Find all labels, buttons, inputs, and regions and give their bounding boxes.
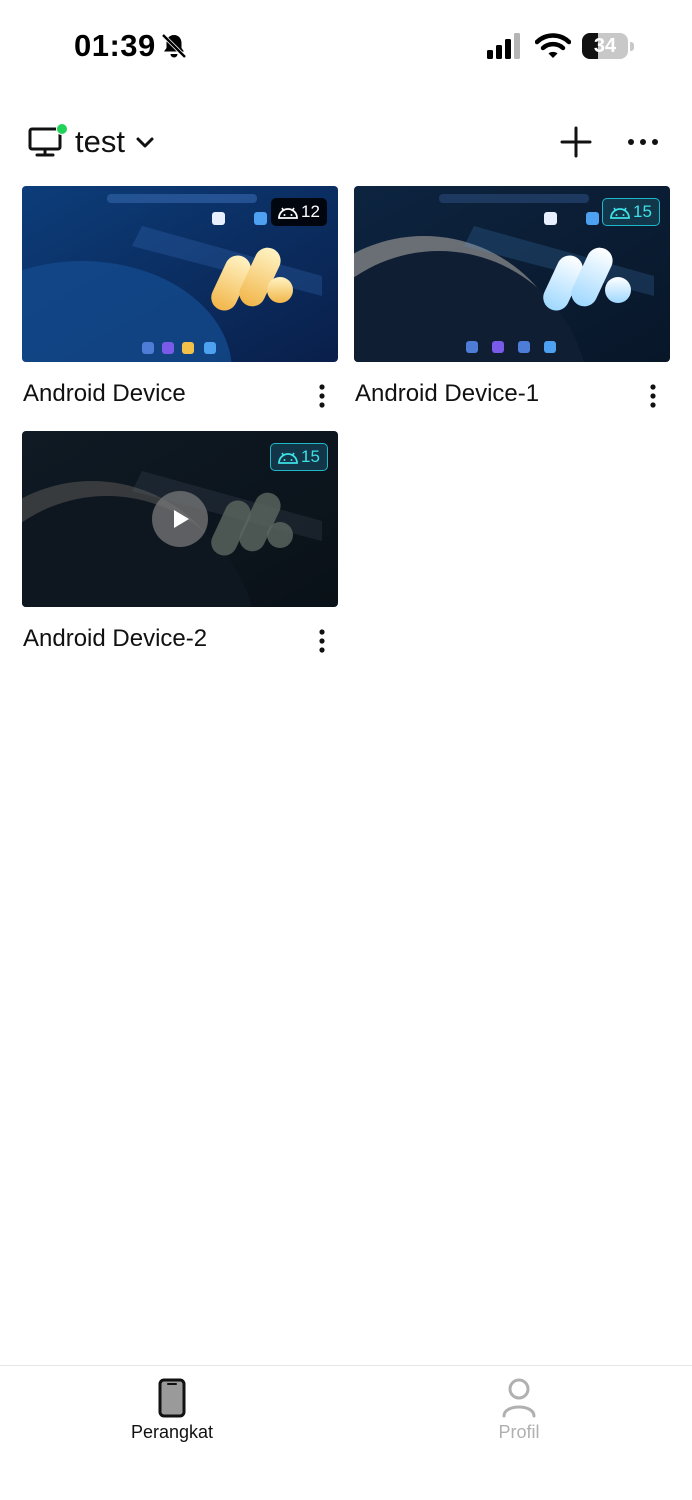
- device-list-screen: 01:39 34 test 12 Android Device 15 Andro…: [0, 0, 692, 1500]
- android-version-badge: 15: [602, 198, 660, 226]
- device-card[interactable]: 15 Android Device-2: [22, 431, 338, 653]
- play-icon: [174, 510, 189, 528]
- add-icon[interactable]: [559, 125, 593, 159]
- android-icon: [610, 207, 630, 219]
- battery-indicator: 34: [582, 33, 634, 59]
- kebab-menu-icon[interactable]: [317, 382, 327, 410]
- android-icon: [278, 207, 298, 219]
- device-name: Android Device-2: [23, 625, 208, 652]
- signal-icon: [487, 33, 520, 59]
- monitor-icon: [28, 123, 68, 159]
- header: test: [0, 112, 692, 172]
- tab-perangkat[interactable]: Perangkat: [97, 1378, 247, 1443]
- device-name: Android Device-1: [355, 380, 540, 407]
- device-screen-thumbnail[interactable]: 15: [22, 431, 338, 607]
- android-version-text: 15: [301, 447, 320, 466]
- kebab-menu-icon[interactable]: [317, 627, 327, 655]
- android-version-badge: 12: [271, 198, 327, 226]
- tab-label: Profil: [498, 1422, 540, 1442]
- online-status-dot: [56, 123, 68, 135]
- bell-muted-icon: [161, 33, 187, 59]
- kebab-menu-icon[interactable]: [648, 382, 658, 410]
- android-icon: [278, 452, 298, 464]
- device-screen-thumbnail[interactable]: 12: [22, 186, 338, 362]
- workspace-selector[interactable]: test: [28, 122, 155, 162]
- workspace-name: test: [75, 124, 125, 159]
- status-time: 01:39: [74, 28, 156, 63]
- tab-label: Perangkat: [130, 1422, 214, 1442]
- play-button[interactable]: [152, 491, 208, 547]
- device-card[interactable]: 12 Android Device: [22, 186, 338, 408]
- phone-icon: [158, 1378, 186, 1418]
- tab-profil[interactable]: Profil: [444, 1378, 594, 1443]
- android-version-text: 12: [301, 202, 320, 221]
- android-version-text: 15: [633, 202, 652, 221]
- status-bar: 01:39 34: [0, 0, 692, 94]
- chevron-down-icon: [136, 137, 154, 148]
- device-card[interactable]: 15 Android Device-1: [354, 186, 670, 408]
- more-icon[interactable]: [626, 132, 660, 152]
- wifi-icon: [535, 33, 571, 58]
- device-screen-thumbnail[interactable]: 15: [354, 186, 670, 362]
- bottom-tab-bar: Perangkat Profil: [0, 1365, 692, 1500]
- android-version-badge: 15: [270, 443, 328, 471]
- battery-percent: 34: [593, 35, 617, 57]
- person-icon: [502, 1378, 536, 1418]
- device-name: Android Device: [23, 380, 186, 407]
